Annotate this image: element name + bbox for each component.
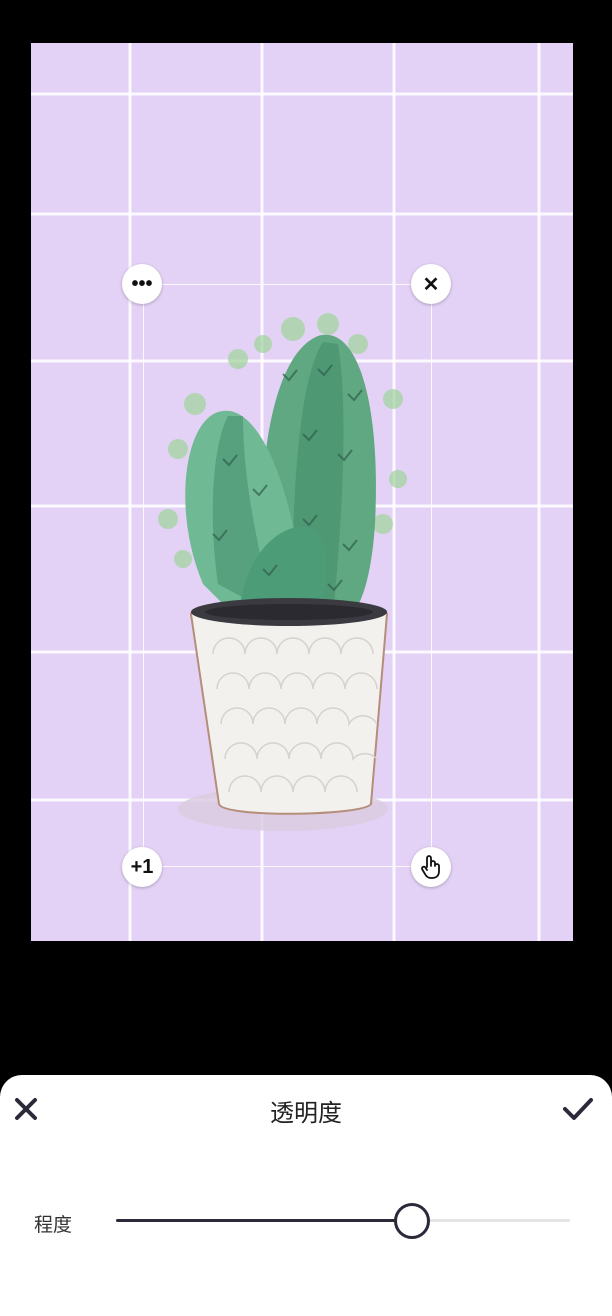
opacity-slider[interactable]	[116, 1203, 570, 1239]
more-icon: •••	[131, 272, 153, 295]
opacity-panel: 透明度 程度	[0, 1075, 612, 1316]
slider-label: 程度	[34, 1214, 73, 1236]
slider-thumb[interactable]	[394, 1203, 431, 1239]
duplicate-icon: +1	[130, 855, 154, 878]
slider-fill	[116, 1219, 412, 1222]
sticker-duplicate-button[interactable]: +1	[122, 847, 162, 887]
confirm-button[interactable]	[556, 1087, 600, 1131]
panel-title: 透明度	[270, 1099, 342, 1127]
hand-icon	[421, 855, 440, 879]
sticker-more-button[interactable]: •••	[122, 264, 162, 304]
close-icon: ✕	[422, 273, 440, 296]
sticker-transform-handle[interactable]	[411, 847, 451, 887]
sticker-delete-button[interactable]: ✕	[411, 264, 451, 304]
check-icon	[563, 1098, 593, 1120]
sticker-selection-box	[143, 284, 432, 867]
